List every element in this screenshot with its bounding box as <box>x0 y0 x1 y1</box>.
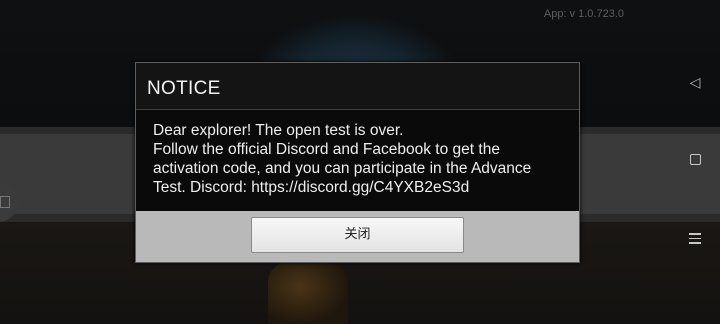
dialog-header: NOTICE <box>136 63 579 110</box>
dialog-message: Dear explorer! The open test is over. Fo… <box>153 121 568 197</box>
close-button[interactable]: 关闭 <box>251 217 464 253</box>
dialog-footer: 关闭 <box>136 211 579 262</box>
app-version: App: v 1.0.723.0 <box>543 8 624 20</box>
message-line: Dear explorer! The open test is over. <box>153 122 404 139</box>
dialog-title: NOTICE <box>147 78 221 99</box>
back-triangle-icon[interactable]: ◁ <box>686 75 704 91</box>
message-line: Test. Discord: https://discord.gg/C4YXB2… <box>153 179 470 196</box>
menu-lines-icon[interactable] <box>686 230 704 247</box>
system-nav-bar: ◁ <box>670 0 720 324</box>
notice-dialog: NOTICE Dear explorer! The open test is o… <box>135 62 580 263</box>
message-line: Follow the official Discord and Facebook… <box>153 141 500 158</box>
message-line: activation code, and you can participate… <box>153 160 532 177</box>
home-square-icon[interactable] <box>686 150 704 165</box>
character-figure <box>268 262 348 324</box>
